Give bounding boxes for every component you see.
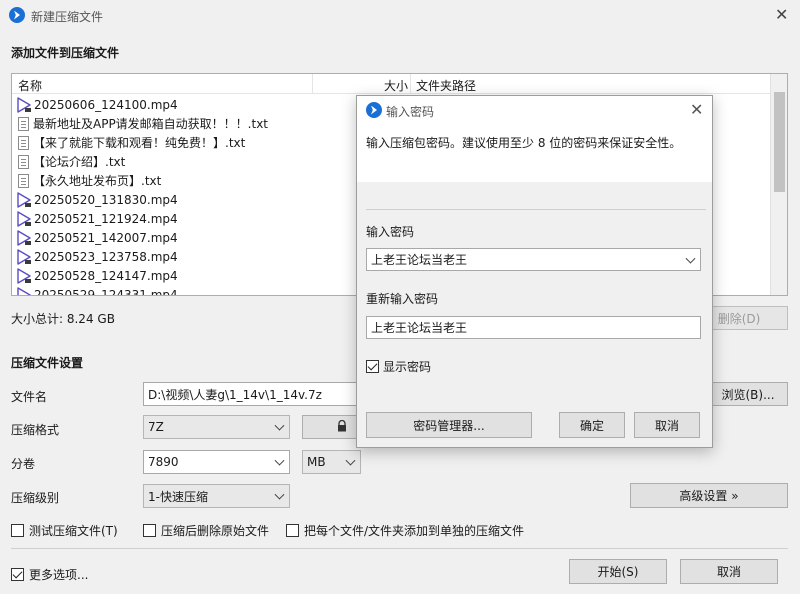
file-list-header: 名称 大小 文件夹路径 bbox=[12, 74, 787, 94]
password-dialog-title: 输入密码 bbox=[386, 105, 435, 119]
list-item[interactable]: 20250520_131830.mp4 bbox=[16, 190, 178, 209]
file-name: 20250521_121924.mp4 bbox=[34, 211, 178, 226]
show-password-option[interactable]: 显示密码 bbox=[366, 358, 431, 375]
delete-after-checkbox[interactable] bbox=[143, 524, 156, 537]
password-dialog-titlebar: 输入密码 ✕ bbox=[357, 96, 712, 124]
split-label: 分卷 bbox=[11, 457, 36, 471]
video-file-icon bbox=[16, 248, 32, 265]
split-unit-select[interactable]: MB bbox=[302, 450, 361, 474]
format-label: 压缩格式 bbox=[11, 423, 60, 437]
start-button[interactable]: 开始(S) bbox=[569, 559, 667, 584]
video-file-icon bbox=[16, 267, 32, 284]
dialog-divider bbox=[366, 209, 706, 210]
file-name: 20250521_142007.mp4 bbox=[34, 230, 178, 245]
file-name: 20250528_124147.mp4 bbox=[34, 268, 178, 283]
app-logo-icon bbox=[9, 7, 25, 23]
more-options-checkbox[interactable] bbox=[11, 568, 24, 581]
dialog-ok-button[interactable]: 确定 bbox=[559, 412, 625, 438]
file-name: 20250606_124100.mp4 bbox=[34, 97, 178, 112]
chevron-down-icon bbox=[274, 455, 285, 466]
split-select[interactable]: 7890 bbox=[143, 450, 290, 474]
text-file-icon bbox=[18, 154, 29, 169]
chevron-down-icon bbox=[345, 455, 356, 466]
file-name: 20250520_131830.mp4 bbox=[34, 192, 178, 207]
list-item[interactable]: 20250529_124331.mp4 bbox=[16, 285, 178, 296]
chevron-down-icon bbox=[274, 420, 285, 431]
text-file-icon bbox=[18, 173, 29, 188]
filename-label: 文件名 bbox=[11, 390, 48, 404]
window-close-icon[interactable]: ✕ bbox=[775, 7, 788, 23]
chevron-down-icon bbox=[274, 489, 285, 500]
list-item[interactable]: 20250528_124147.mp4 bbox=[16, 266, 178, 285]
file-name: 20250523_123758.mp4 bbox=[34, 249, 178, 264]
level-label: 压缩级别 bbox=[11, 491, 60, 505]
video-file-icon bbox=[16, 191, 32, 208]
add-files-heading: 添加文件到压缩文件 bbox=[11, 46, 120, 60]
total-size: 大小总计: 8.24 GB bbox=[11, 312, 115, 326]
more-options[interactable]: 更多选项... bbox=[11, 566, 88, 583]
column-size[interactable]: 大小 bbox=[384, 77, 408, 94]
test-archive-checkbox[interactable] bbox=[11, 524, 24, 537]
list-item[interactable]: 【永久地址发布页】.txt bbox=[16, 171, 161, 190]
dialog-close-icon[interactable]: ✕ bbox=[690, 102, 703, 118]
file-name: 20250529_124331.mp4 bbox=[34, 287, 178, 296]
window-title: 新建压缩文件 bbox=[31, 10, 104, 24]
separate-archives-option[interactable]: 把每个文件/文件夹添加到单独的压缩文件 bbox=[286, 522, 524, 539]
reenter-password-input[interactable]: 上老王论坛当老王 bbox=[366, 316, 701, 339]
file-name: 【来了就能下载和观看！纯免费！】.txt bbox=[33, 136, 246, 150]
password-dialog-description-area: 输入压缩包密码。建议使用至少 8 位的密码来保证安全性。 bbox=[357, 124, 712, 182]
more-options-label: 更多选项... bbox=[29, 568, 89, 582]
dialog-logo-icon bbox=[366, 102, 382, 118]
advanced-settings-button[interactable]: 高级设置 » bbox=[630, 483, 788, 508]
list-item[interactable]: 20250521_142007.mp4 bbox=[16, 228, 178, 247]
format-select[interactable]: 7Z bbox=[143, 415, 290, 439]
password-dialog: 输入密码 ✕ 输入压缩包密码。建议使用至少 8 位的密码来保证安全性。 输入密码… bbox=[356, 95, 713, 448]
separate-archives-label: 把每个文件/文件夹添加到单独的压缩文件 bbox=[304, 524, 525, 538]
text-file-icon bbox=[18, 135, 29, 150]
list-item[interactable]: 20250606_124100.mp4 bbox=[16, 95, 178, 114]
cancel-button[interactable]: 取消 bbox=[680, 559, 778, 584]
footer-divider bbox=[11, 548, 788, 549]
test-archive-label: 测试压缩文件(T) bbox=[29, 524, 118, 538]
level-select[interactable]: 1-快速压缩 bbox=[143, 484, 290, 508]
video-file-icon bbox=[16, 210, 32, 227]
column-name[interactable]: 名称 bbox=[18, 77, 42, 94]
test-archive-option[interactable]: 测试压缩文件(T) bbox=[11, 522, 118, 539]
file-name: 最新地址及APP请发邮箱自动获取！！！.txt bbox=[33, 117, 269, 131]
column-folder-path[interactable]: 文件夹路径 bbox=[416, 77, 476, 94]
delete-after-label: 压缩后删除原始文件 bbox=[161, 524, 270, 538]
password-dialog-description: 输入压缩包密码。建议使用至少 8 位的密码来保证安全性。 bbox=[366, 136, 682, 150]
window-titlebar: 新建压缩文件 ✕ bbox=[0, 0, 800, 30]
delete-after-option[interactable]: 压缩后删除原始文件 bbox=[143, 522, 269, 539]
separate-archives-checkbox[interactable] bbox=[286, 524, 299, 537]
scrollbar-thumb[interactable] bbox=[774, 92, 785, 192]
show-password-checkbox[interactable] bbox=[366, 360, 379, 373]
list-item[interactable]: 最新地址及APP请发邮箱自动获取！！！.txt bbox=[16, 114, 268, 133]
password-input[interactable]: 上老王论坛当老王 bbox=[366, 248, 701, 271]
list-item[interactable]: 【论坛介绍】.txt bbox=[16, 152, 125, 171]
browse-button[interactable]: 浏览(B)... bbox=[708, 382, 788, 406]
password-manager-button[interactable]: 密码管理器... bbox=[366, 412, 532, 438]
list-item[interactable]: 20250523_123758.mp4 bbox=[16, 247, 178, 266]
lock-icon bbox=[337, 419, 347, 432]
chevron-down-icon bbox=[685, 253, 696, 264]
file-list-scrollbar[interactable] bbox=[770, 74, 787, 295]
video-file-icon bbox=[16, 96, 32, 113]
video-file-icon bbox=[16, 286, 32, 295]
reenter-password-label: 重新输入密码 bbox=[366, 292, 439, 306]
video-file-icon bbox=[16, 229, 32, 246]
file-name: 【论坛介绍】.txt bbox=[33, 155, 126, 169]
list-item[interactable]: 【来了就能下载和观看！纯免费！】.txt bbox=[16, 133, 245, 152]
file-name: 【永久地址发布页】.txt bbox=[33, 174, 162, 188]
list-item[interactable]: 20250521_121924.mp4 bbox=[16, 209, 178, 228]
show-password-label: 显示密码 bbox=[383, 360, 432, 374]
settings-heading: 压缩文件设置 bbox=[11, 356, 84, 370]
dialog-cancel-button[interactable]: 取消 bbox=[634, 412, 700, 438]
set-password-button[interactable] bbox=[302, 415, 362, 439]
password-label: 输入密码 bbox=[366, 225, 415, 239]
text-file-icon bbox=[18, 116, 29, 131]
